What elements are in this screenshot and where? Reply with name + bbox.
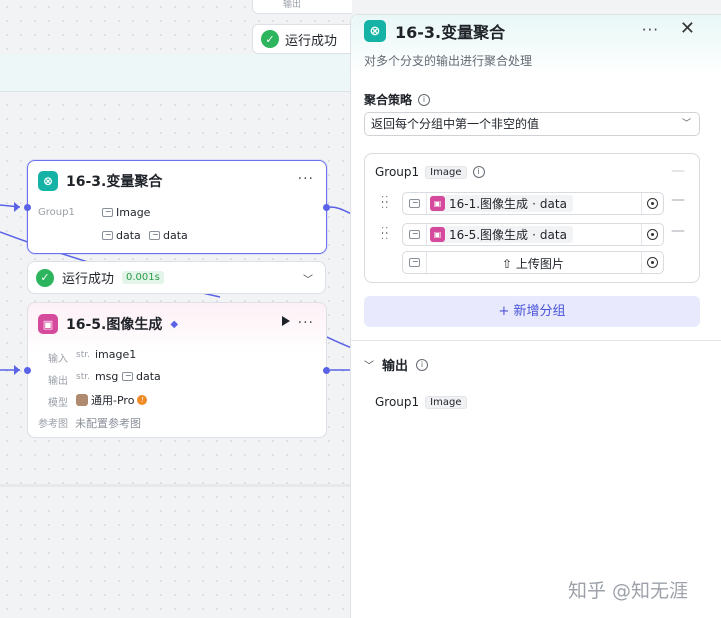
image-gen-icon: ▣	[430, 227, 445, 242]
output-var-tag: data	[122, 370, 161, 383]
node-title: 16-5.图像生成	[66, 317, 163, 333]
output-port[interactable]	[323, 204, 330, 211]
remove-var-icon[interactable]: —	[671, 192, 685, 208]
model-value: 通用-Pro!	[76, 392, 148, 408]
upload-image-row[interactable]: ⇧ 上传图片	[402, 251, 664, 274]
target-icon[interactable]	[641, 193, 663, 214]
input-port[interactable]	[24, 204, 31, 211]
remove-group-icon[interactable]: —	[671, 163, 685, 179]
reference-value: 未配置参考图	[75, 417, 141, 430]
drag-handle-icon[interactable]: ⁚⁚ ⁚⁚	[381, 227, 389, 242]
node-config-panel: ⊗ 16-3.变量聚合 ··· ✕ 对多个分支的输出进行聚合处理 聚合策略 i …	[350, 14, 721, 618]
image-icon-cell	[403, 193, 427, 214]
output-group-name: Group1	[375, 395, 420, 409]
input-var-tag: str. image1	[76, 348, 137, 361]
image-type-tag: Image	[102, 206, 150, 219]
panel-title[interactable]: 16-3.变量聚合	[395, 19, 505, 43]
run-status-bar[interactable]: ✓ 运行成功 0.001s ﹀	[27, 261, 326, 294]
target-icon[interactable]	[641, 252, 663, 273]
model-avatar	[76, 394, 88, 406]
workflow-canvas[interactable]: 输出 ✓ 运行成功 ⊗ 16-3.变量聚合 ··· Group1 Image d…	[0, 0, 352, 618]
aggregate-icon: ⊗	[38, 171, 58, 191]
image-icon	[102, 208, 113, 217]
data-var-tag: data	[149, 229, 188, 242]
drag-handle-icon[interactable]: ⁚⁚ ⁚⁚	[381, 196, 389, 211]
strategy-label: 聚合策略	[364, 93, 413, 107]
var-chip: ▣ 16-5.图像生成 · data	[430, 226, 573, 243]
upload-label[interactable]: ⇧ 上传图片	[427, 255, 639, 272]
group-var-row[interactable]: ▣ 16-1.图像生成 · data	[402, 192, 664, 215]
aggregate-icon: ⊗	[364, 20, 386, 42]
output-section-header[interactable]: ﹀ 输出 i	[364, 355, 429, 374]
output-label: 输出	[48, 376, 68, 387]
top-status-text: 运行成功	[285, 33, 338, 49]
check-icon: ✓	[261, 30, 279, 48]
output-var-tag: str. msg	[76, 370, 119, 383]
close-icon[interactable]: ✕	[680, 18, 695, 39]
divider	[351, 340, 721, 341]
image-icon-cell	[403, 224, 427, 245]
image-icon	[122, 372, 133, 381]
output-row: Group1 Image	[375, 395, 467, 409]
info-icon[interactable]: i	[472, 166, 485, 178]
output-type-tag: Image	[425, 395, 467, 409]
strategy-value: 返回每个分组中第一个非空的值	[371, 117, 540, 131]
warning-icon: !	[137, 395, 148, 405]
group-label: Group1	[38, 207, 75, 218]
data-var-tag: data	[102, 229, 141, 242]
input-label: 输入	[48, 354, 68, 365]
info-icon[interactable]: i	[416, 358, 429, 371]
more-icon[interactable]: ···	[642, 21, 659, 39]
var-chip: ▣ 16-1.图像生成 · data	[430, 195, 573, 212]
remove-var-icon[interactable]: —	[671, 223, 685, 239]
output-label: 输出	[382, 359, 409, 374]
top-node-partial[interactable]: 输出	[252, 0, 352, 14]
image-icon-cell	[403, 252, 427, 273]
more-icon[interactable]: ···	[298, 315, 314, 331]
run-time-badge: 0.001s	[122, 271, 164, 284]
chevron-down-icon[interactable]: ﹀	[303, 271, 313, 286]
image-generation-node[interactable]: ▣ 16-5.图像生成 ◆ ··· 输入 str. image1 输出 str. m…	[24, 302, 330, 438]
variable-aggregate-node[interactable]: ⊗ 16-3.变量聚合 ··· Group1 Image data data	[24, 160, 330, 254]
status-text: 运行成功	[62, 272, 115, 287]
output-port[interactable]	[323, 367, 330, 374]
group-name[interactable]: Group1	[375, 165, 419, 179]
input-port[interactable]	[24, 367, 31, 374]
info-icon[interactable]: i	[418, 93, 431, 106]
top-run-status[interactable]: ✓ 运行成功	[252, 24, 352, 54]
premium-gem-icon: ◆	[170, 318, 179, 330]
play-icon[interactable]	[282, 316, 290, 326]
more-icon[interactable]: ···	[298, 171, 314, 187]
image-icon	[409, 258, 420, 267]
image-icon	[102, 231, 113, 240]
watermark: 知乎 @知无涯	[568, 580, 689, 602]
model-label: 模型	[48, 398, 68, 409]
group-card: Group1 Image i — ⁚⁚ ⁚⁚ ▣ 16-1.图像生成 · data —…	[364, 153, 700, 283]
strategy-label-row: 聚合策略 i	[364, 91, 431, 108]
group-var-row[interactable]: ▣ 16-5.图像生成 · data	[402, 223, 664, 246]
top-node-io-label: 输出	[283, 0, 302, 10]
node-title: 16-3.变量聚合	[66, 174, 163, 190]
image-icon	[149, 231, 160, 240]
chevron-down-icon: ﹀	[681, 119, 691, 129]
image-icon	[409, 199, 420, 208]
chevron-down-icon[interactable]: ﹀	[364, 357, 374, 372]
image-gen-icon: ▣	[38, 314, 58, 334]
panel-description: 对多个分支的输出进行聚合处理	[364, 54, 533, 68]
reference-label: 参考图	[38, 419, 68, 430]
group-type-tag: Image	[425, 165, 467, 179]
strategy-select[interactable]: 返回每个分组中第一个非空的值 ﹀	[364, 112, 700, 136]
add-group-button[interactable]: + 新增分组	[364, 296, 700, 327]
check-icon: ✓	[36, 268, 54, 287]
image-gen-icon: ▣	[430, 196, 445, 211]
image-icon	[409, 230, 420, 239]
target-icon[interactable]	[641, 224, 663, 245]
